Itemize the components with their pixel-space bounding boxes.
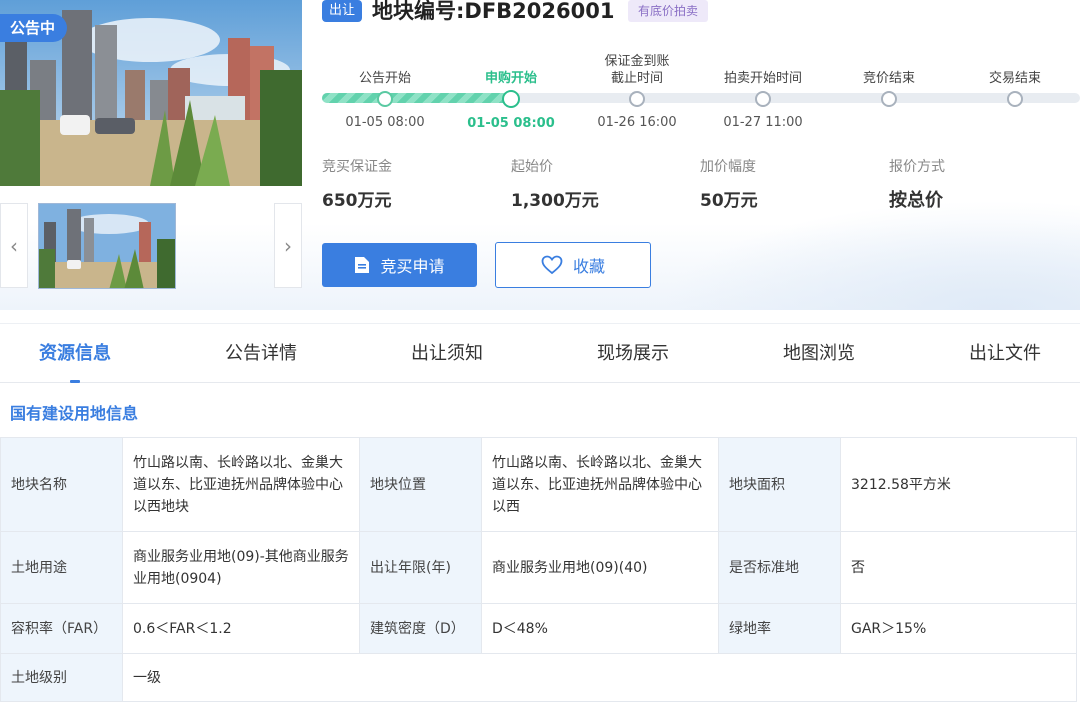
- increment-info: 加价幅度 50万元: [700, 156, 758, 211]
- table-row: 容积率（FAR） 0.6＜FAR＜1.2 建筑密度（D） D＜48% 绿地率 G…: [0, 603, 1077, 654]
- table-key: 建筑密度（D）: [359, 603, 482, 654]
- info-value: 1,300万元: [511, 191, 599, 211]
- timeline-dot: [629, 91, 645, 107]
- active-tab-indicator: [70, 380, 80, 383]
- bid-apply-button[interactable]: 竞买申请: [322, 243, 477, 287]
- table-value: 商业服务业用地(09)(40): [481, 531, 719, 604]
- heart-icon: [541, 255, 563, 275]
- favorite-button[interactable]: 收藏: [495, 242, 651, 288]
- auction-timeline: 公告开始 01-05 08:00 申购开始 01-05 08:00 保证金到账 …: [322, 40, 1080, 140]
- timeline-step-label: 拍卖开始时间: [723, 71, 802, 86]
- timeline-step-bidding-end: 竞价结束: [819, 40, 959, 115]
- status-badge: 公告中: [0, 14, 68, 42]
- timeline-step-label: 公告开始: [358, 71, 411, 86]
- bid-apply-label: 竞买申请: [380, 257, 445, 276]
- tab-map-view[interactable]: 地图浏览: [744, 324, 894, 384]
- chevron-left-icon: ‹: [10, 233, 18, 258]
- timeline-step-label: 交易结束: [988, 71, 1041, 86]
- info-label: 起始价: [511, 159, 553, 175]
- table-key: 地块名称: [0, 437, 123, 532]
- favorite-label: 收藏: [572, 257, 605, 276]
- tab-announcement-detail[interactable]: 公告详情: [186, 324, 336, 384]
- detail-tabs: 资源信息 公告详情 出让须知 现场展示 地图浏览 出让文件: [0, 323, 1080, 383]
- tab-resource-info[interactable]: 资源信息: [0, 324, 150, 384]
- tab-transfer-documents[interactable]: 出让文件: [930, 324, 1080, 384]
- table-key: 出让年限(年): [359, 531, 482, 604]
- table-value: 一级: [122, 653, 1077, 702]
- section-title: 国有建设用地信息: [10, 404, 139, 423]
- transfer-type-tag: 出让: [322, 0, 362, 22]
- info-label: 加价幅度: [700, 159, 756, 175]
- timeline-dot: [1007, 91, 1023, 107]
- tab-site-display[interactable]: 现场展示: [558, 324, 708, 384]
- timeline-step-label: 竞价结束: [862, 71, 915, 86]
- timeline-step-auction-start: 拍卖开始时间 01-27 11:00: [693, 40, 833, 130]
- thumbnail-image[interactable]: [38, 203, 176, 289]
- thumbnail-prev-button[interactable]: ‹: [0, 203, 28, 288]
- table-value: D＜48%: [481, 603, 719, 654]
- reserve-price-tag: 有底价拍卖: [628, 0, 709, 22]
- timeline-step-time: 01-27 11:00: [723, 115, 803, 130]
- decorative-shade: [660, 200, 1080, 310]
- table-key: 容积率（FAR）: [0, 603, 123, 654]
- timeline-dot: [377, 91, 393, 107]
- timeline-dot: [755, 91, 771, 107]
- table-key: 土地级别: [0, 653, 123, 702]
- timeline-step-trade-end: 交易结束: [945, 40, 1080, 115]
- table-key: 绿地率: [718, 603, 841, 654]
- table-value: 竹山路以南、长岭路以北、金巢大道以东、比亚迪抚州品牌体验中心以西地块: [122, 437, 360, 532]
- timeline-step-time: 01-05 08:00: [467, 116, 555, 131]
- info-value: 50万元: [700, 191, 758, 211]
- thumbnail-next-button[interactable]: ›: [274, 203, 302, 288]
- table-value: 否: [840, 531, 1077, 604]
- timeline-step-label: 申购开始: [484, 71, 537, 86]
- timeline-step-time: 01-26 16:00: [597, 115, 677, 130]
- timeline-step-deposit-deadline: 保证金到账 截止时间 01-26 16:00: [567, 40, 707, 130]
- table-key: 地块面积: [718, 437, 841, 532]
- table-row: 土地用途 商业服务业用地(09)-其他商业服务业用地(0904) 出让年限(年)…: [0, 531, 1077, 604]
- table-value: 商业服务业用地(09)-其他商业服务业用地(0904): [122, 531, 360, 604]
- starting-price-info: 起始价 1,300万元: [511, 156, 599, 211]
- info-label: 报价方式: [889, 159, 945, 175]
- deposit-info: 竞买保证金 650万元: [322, 156, 392, 211]
- table-key: 土地用途: [0, 531, 123, 604]
- quote-method-info: 报价方式 按总价: [889, 156, 945, 212]
- table-key: 地块位置: [359, 437, 482, 532]
- table-value: 3212.58平方米: [840, 437, 1077, 532]
- land-info-table: 地块名称 竹山路以南、长岭路以北、金巢大道以东、比亚迪抚州品牌体验中心以西地块 …: [0, 437, 1077, 702]
- info-value: 按总价: [889, 190, 943, 211]
- timeline-step-apply-start: 申购开始 01-05 08:00: [441, 40, 581, 131]
- table-value: GAR＞15%: [840, 603, 1077, 654]
- timeline-dot: [881, 91, 897, 107]
- thumbnail-photo: [39, 204, 175, 288]
- timeline-step-label: 保证金到账 截止时间: [604, 54, 670, 86]
- document-icon: [355, 257, 370, 273]
- info-label: 竞买保证金: [322, 159, 392, 175]
- info-value: 650万元: [322, 191, 392, 211]
- table-key: 是否标准地: [718, 531, 841, 604]
- tab-transfer-notice[interactable]: 出让须知: [372, 324, 522, 384]
- table-value: 竹山路以南、长岭路以北、金巢大道以东、比亚迪抚州品牌体验中心以西: [481, 437, 719, 532]
- page-title: 地块编号:DFB2026001: [372, 0, 615, 23]
- timeline-dot: [502, 90, 520, 108]
- table-row: 地块名称 竹山路以南、长岭路以北、金巢大道以东、比亚迪抚州品牌体验中心以西地块 …: [0, 437, 1077, 532]
- table-row: 土地级别 一级: [0, 653, 1077, 702]
- chevron-right-icon: ›: [284, 233, 292, 258]
- table-value: 0.6＜FAR＜1.2: [122, 603, 360, 654]
- timeline-step-time: 01-05 08:00: [345, 115, 425, 130]
- timeline-step-announce-start: 公告开始 01-05 08:00: [315, 40, 455, 130]
- main-photo[interactable]: 公告中: [0, 0, 302, 186]
